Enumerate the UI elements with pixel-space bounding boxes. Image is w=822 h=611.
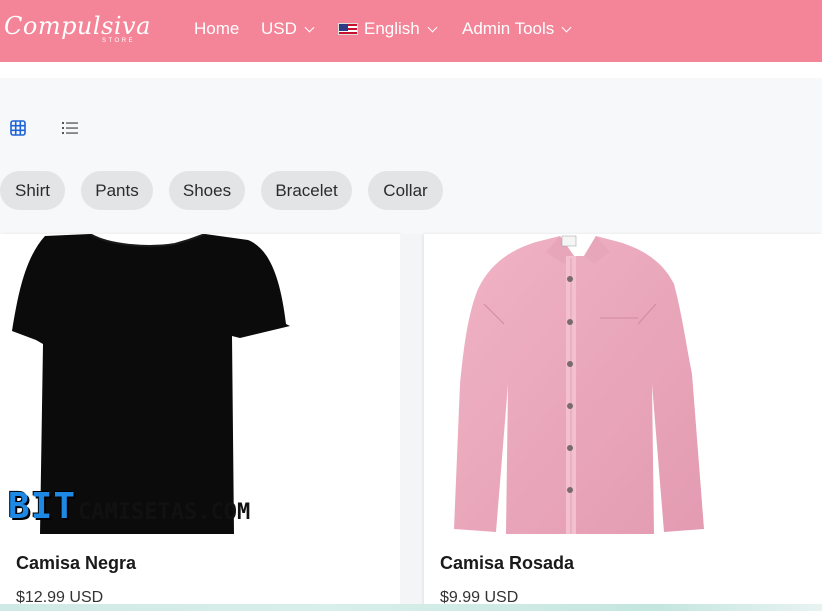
- category-chip-bracelet[interactable]: Bracelet: [261, 171, 352, 210]
- nav-home-label: Home: [194, 19, 240, 38]
- category-chip-pants[interactable]: Pants: [81, 171, 153, 210]
- category-chip-label: Bracelet: [275, 180, 338, 200]
- category-chip-shirt[interactable]: Shirt: [0, 171, 65, 210]
- grid-view-icon[interactable]: [10, 120, 26, 136]
- product-image-pink-shirt[interactable]: [424, 234, 822, 534]
- category-chip-label: Collar: [383, 180, 428, 200]
- brand-logo-text: Compulsiva: [4, 12, 151, 40]
- brand-logo[interactable]: Compulsiva STORE: [4, 8, 160, 50]
- category-chip-label: Shoes: [182, 180, 232, 200]
- chevron-down-icon: [427, 22, 438, 32]
- currency-label: USD: [261, 19, 297, 38]
- admin-tools-dropdown[interactable]: Admin Tools: [462, 19, 572, 39]
- category-chip-shoes[interactable]: Shoes: [169, 171, 245, 210]
- footer-strip: [0, 604, 822, 611]
- brand-logo-subtext: STORE: [102, 38, 136, 44]
- admin-tools-label: Admin Tools: [462, 19, 555, 38]
- filter-toolbar: [0, 78, 822, 234]
- us-flag-icon: [338, 23, 358, 35]
- product-title[interactable]: Camisa Negra: [16, 553, 136, 574]
- language-label: English: [364, 19, 420, 38]
- list-view-icon[interactable]: [61, 120, 79, 136]
- language-dropdown[interactable]: English: [338, 19, 438, 39]
- category-chip-label: Shirt: [15, 180, 50, 200]
- category-chip-collar[interactable]: Collar: [368, 171, 443, 210]
- chevron-down-icon: [304, 22, 315, 32]
- nav-home-link[interactable]: Home: [194, 19, 239, 39]
- category-chip-label: Pants: [95, 180, 139, 200]
- currency-dropdown[interactable]: USD: [261, 19, 315, 39]
- navbar: Compulsiva STORE Home USD English Admin …: [0, 0, 822, 62]
- watermark-camisetas: CAMISETAS.COM: [78, 500, 251, 525]
- product-title[interactable]: Camisa Rosada: [440, 553, 574, 574]
- chevron-down-icon: [561, 22, 572, 32]
- watermark-bit: BIT: [8, 486, 77, 527]
- card-gap: [400, 234, 424, 611]
- watermark-logo: BIT CAMISETAS.COM: [8, 487, 250, 525]
